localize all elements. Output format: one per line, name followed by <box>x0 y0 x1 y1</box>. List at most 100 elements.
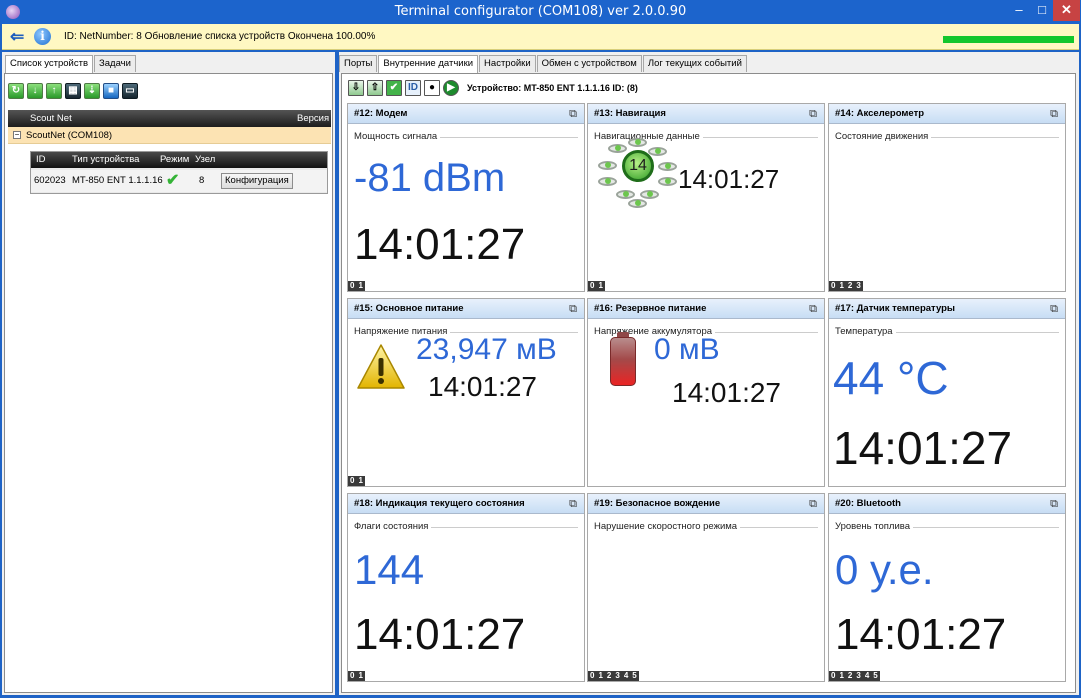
page-number[interactable]: 0 <box>348 476 356 486</box>
device-node: 8 <box>199 175 205 186</box>
close-button[interactable]: ✕ <box>1053 0 1080 21</box>
configuration-button[interactable]: Конфигурация <box>221 173 293 189</box>
sensors-pane: Порты Внутренние датчики Настройки Обмен… <box>339 52 1079 695</box>
monitor-icon[interactable]: ▭ <box>122 83 138 99</box>
update-time: 14:01:27 <box>678 164 780 194</box>
device-table: ID Тип устройства Режим Узел 602023 MT-8… <box>30 151 328 194</box>
tab-internal-sensors[interactable]: Внутренние датчики <box>378 55 479 73</box>
info-bar: ⇐ i ID: NetNumber: 8 Обновление списка у… <box>2 24 1079 50</box>
flags-value: 144 <box>354 546 425 593</box>
download-icon[interactable]: ↓ <box>27 83 43 99</box>
back-arrow-icon[interactable]: ⇐ <box>10 28 30 45</box>
panel-header: #13: Навигация ⧉ <box>588 104 824 124</box>
restore-icon[interactable]: ⧉ <box>569 104 577 124</box>
table-row[interactable]: 602023 MT-850 ENT 1.1.1.16 ✔ 8 Конфигура… <box>31 170 327 192</box>
tab-device-list[interactable]: Список устройств <box>5 55 94 73</box>
lock-icon[interactable]: ■ <box>103 83 119 99</box>
page-number[interactable]: 0 <box>588 671 596 681</box>
page-number[interactable]: 0 <box>829 671 837 681</box>
header-id[interactable]: ID <box>36 152 46 168</box>
page-number[interactable]: 2 <box>846 671 854 681</box>
panel-safe-driving: #19: Безопасное вождение ⧉ Нарушение скор… <box>587 493 825 682</box>
restore-icon[interactable]: ⧉ <box>1050 299 1058 319</box>
read-icon[interactable]: ⇩ <box>348 80 364 96</box>
page-number[interactable]: 1 <box>837 671 845 681</box>
page-number[interactable]: 4 <box>863 671 871 681</box>
tab-device-exchange[interactable]: Обмен с устройством <box>536 55 642 72</box>
restore-icon[interactable]: ⧉ <box>809 104 817 124</box>
device-toolbar: ↻ ↓ ↑ ▦ ⇣ ■ ▭ <box>8 83 138 99</box>
page-number[interactable]: 0 <box>348 671 356 681</box>
restore-icon[interactable]: ⧉ <box>809 299 817 319</box>
page-number[interactable]: 1 <box>356 281 364 291</box>
update-time: 14:01:27 <box>354 220 526 269</box>
status-text: ID: NetNumber: 8 Обновление списка устро… <box>64 31 376 42</box>
drop-icon[interactable]: ● <box>424 80 440 96</box>
page-number[interactable]: 3 <box>613 671 621 681</box>
page-number[interactable]: 3 <box>854 671 862 681</box>
maximize-button[interactable]: □ <box>1031 0 1053 21</box>
id-button[interactable]: ID <box>405 80 421 96</box>
page-number[interactable]: 1 <box>356 476 364 486</box>
header-node[interactable]: Узел <box>195 152 215 168</box>
page-indicator: 0 1 <box>348 281 365 291</box>
apply-check-icon[interactable]: ✔ <box>386 80 402 96</box>
page-number[interactable]: 4 <box>622 671 630 681</box>
page-number[interactable]: 0 <box>348 281 356 291</box>
panel-header: #16: Резервное питание ⧉ <box>588 299 824 319</box>
page-indicator: 0 1 2 3 4 5 <box>829 671 880 681</box>
page-number[interactable]: 1 <box>837 281 845 291</box>
panel-label: Мощность сигнала <box>354 131 441 142</box>
panel-title: #12: Модем <box>354 108 408 119</box>
page-number[interactable]: 1 <box>356 671 364 681</box>
restore-icon[interactable]: ⧉ <box>569 494 577 514</box>
right-tabs: Порты Внутренние датчики Настройки Обмен… <box>339 55 747 73</box>
page-number[interactable]: 5 <box>871 671 879 681</box>
tab-event-log[interactable]: Лог текущих событий <box>642 55 747 72</box>
restore-icon[interactable]: ⧉ <box>1050 104 1058 124</box>
panel-header: #19: Безопасное вождение ⧉ <box>588 494 824 514</box>
column-version[interactable]: Версия <box>297 110 329 127</box>
device-list-pane: Список устройств Задачи ↻ ↓ ↑ ▦ ⇣ ■ ▭ Sc… <box>2 52 335 695</box>
header-device-type[interactable]: Тип устройства <box>72 152 139 168</box>
restore-icon[interactable]: ⧉ <box>809 494 817 514</box>
page-indicator: 0 1 2 3 <box>829 281 863 291</box>
tab-settings[interactable]: Настройки <box>479 55 536 72</box>
panel-status-indication: #18: Индикация текущего состояния ⧉ Флаги… <box>347 493 585 682</box>
upload-icon[interactable]: ↑ <box>46 83 62 99</box>
page-number[interactable]: 0 <box>829 281 837 291</box>
write-icon[interactable]: ⇧ <box>367 80 383 96</box>
title-bar[interactable]: Terminal configurator (COM108) ver 2.0.0… <box>0 0 1081 24</box>
panel-accelerometer: #14: Акселерометр ⧉ Состояние движения 0 … <box>828 103 1066 292</box>
tab-ports[interactable]: Порты <box>339 55 378 72</box>
page-number[interactable]: 5 <box>630 671 638 681</box>
column-scout-net[interactable]: Scout Net <box>30 110 72 127</box>
satellite-count: 14 <box>622 150 654 182</box>
minimize-button[interactable]: – <box>1007 0 1031 21</box>
page-number[interactable]: 1 <box>596 671 604 681</box>
page-number[interactable]: 2 <box>846 281 854 291</box>
panel-label: Флаги состояния <box>354 521 432 532</box>
device-caption: Устройство: MT-850 ENT 1.1.1.16 ID: (8) <box>467 83 638 93</box>
play-icon[interactable]: ▶ <box>443 80 459 96</box>
header-mode[interactable]: Режим <box>160 152 189 168</box>
page-number[interactable]: 1 <box>596 281 604 291</box>
tab-tasks[interactable]: Задачи <box>94 55 136 72</box>
tree-node-scoutnet[interactable]: − ScoutNet (COM108) <box>8 127 331 144</box>
device-table-header: ID Тип устройства Режим Узел <box>31 152 327 168</box>
page-number[interactable]: 2 <box>605 671 613 681</box>
grid-icon[interactable]: ▦ <box>65 83 81 99</box>
panel-backup-power: #16: Резервное питание ⧉ Напряжение аккум… <box>587 298 825 487</box>
update-time: 14:01:27 <box>835 610 1007 659</box>
grid-download-icon[interactable]: ⇣ <box>84 83 100 99</box>
left-tabs: Список устройств Задачи <box>5 55 136 73</box>
page-number[interactable]: 3 <box>854 281 862 291</box>
refresh-icon[interactable]: ↻ <box>8 83 24 99</box>
restore-icon[interactable]: ⧉ <box>1050 494 1058 514</box>
device-type: MT-850 ENT 1.1.1.16 <box>72 175 163 186</box>
page-number[interactable]: 0 <box>588 281 596 291</box>
collapse-icon[interactable]: − <box>13 131 21 139</box>
restore-icon[interactable]: ⧉ <box>569 299 577 319</box>
panel-title: #20: Bluetooth <box>835 498 901 509</box>
info-icon[interactable]: i <box>34 28 51 45</box>
